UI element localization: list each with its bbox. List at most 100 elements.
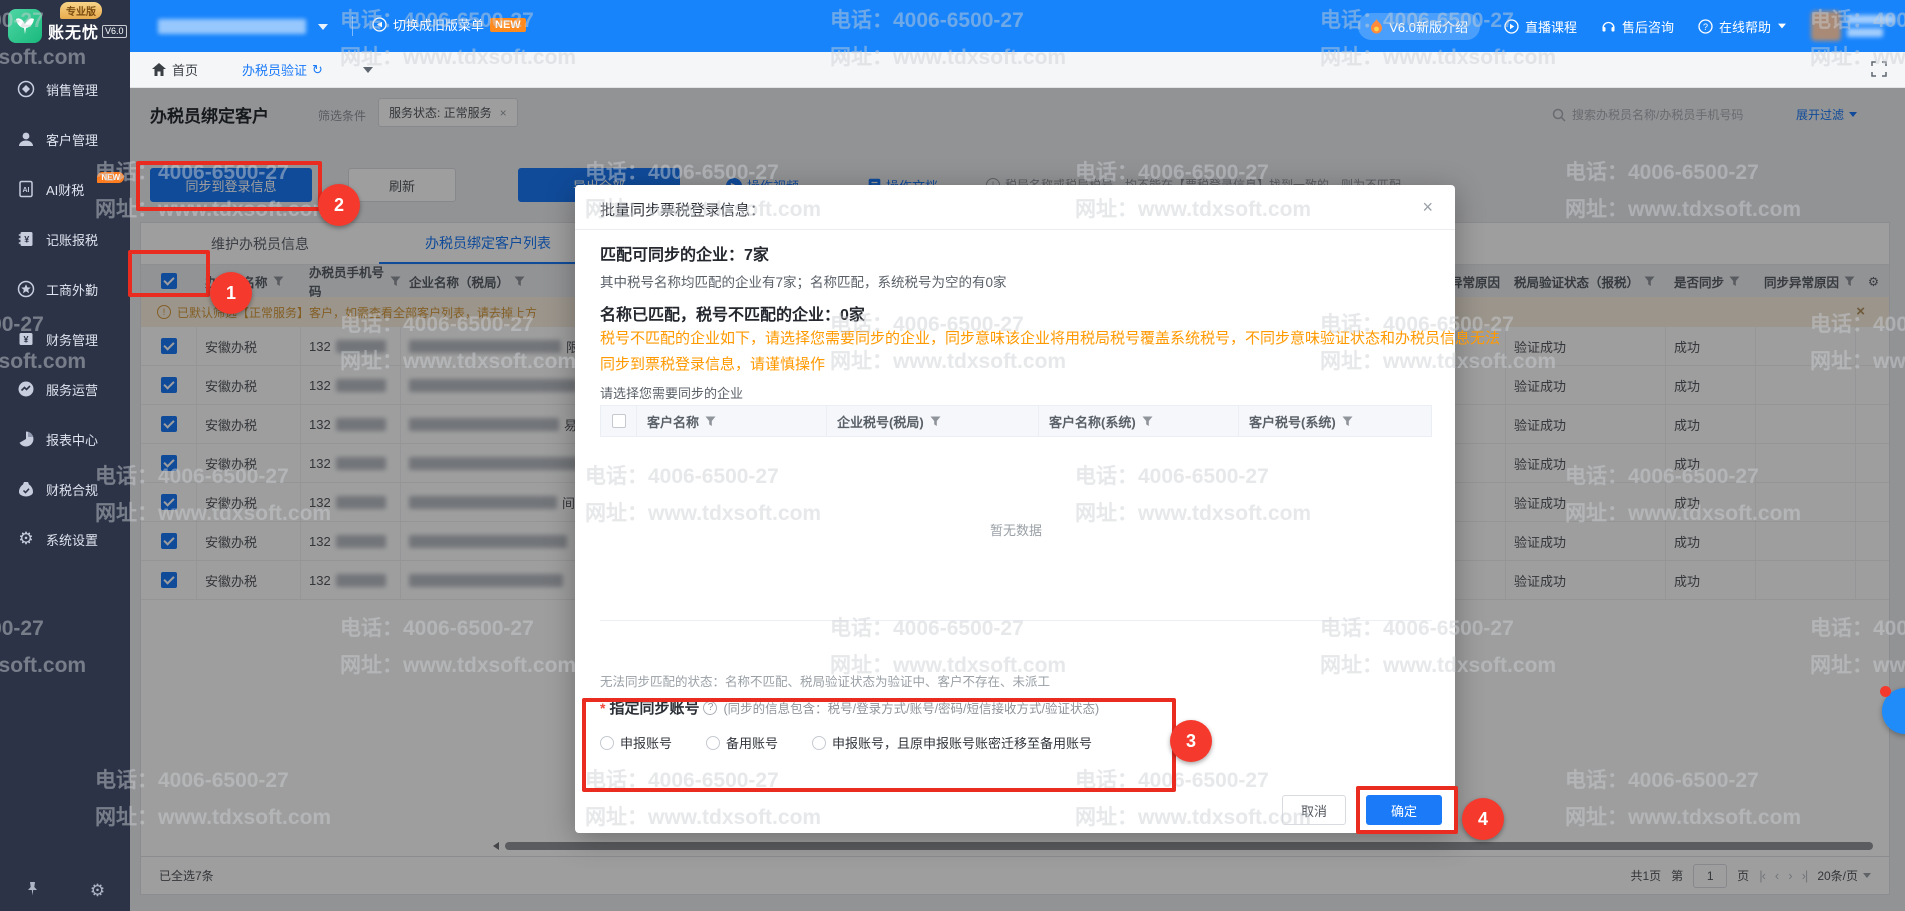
customers-icon: [16, 129, 36, 149]
sidebar-item-ai-tax[interactable]: AI AI财税 NEW: [0, 164, 130, 214]
new-badge: NEW: [97, 172, 124, 183]
online-help-button[interactable]: ? 在线帮助: [1698, 17, 1787, 36]
sidebar-item-finance[interactable]: ¥ 财务管理: [0, 314, 130, 364]
sidebar-item-label: 报表中心: [46, 430, 98, 449]
annotation-box-confirm: [1356, 786, 1458, 834]
sidebar-item-compliance[interactable]: 财税合规: [0, 464, 130, 514]
col-customer-name: 客户名称: [647, 412, 699, 431]
pin-icon[interactable]: [25, 881, 40, 897]
sidebar-item-reports[interactable]: 报表中心: [0, 414, 130, 464]
sidebar-item-business-field[interactable]: 工商外勤: [0, 264, 130, 314]
warning-line-1: 税号不匹配的企业如下，请选择您需要同步的企业，同步意味该企业将用税局税号覆盖系统…: [600, 327, 1500, 348]
sidebar-item-service-ops[interactable]: 服务运营: [0, 364, 130, 414]
sidebar-item-bookkeeping[interactable]: ¥ 记账报税: [0, 214, 130, 264]
top-bar: 账无忧 V6.0 专业版 切换成旧版菜单 NEW V6.0新版介绍 直播课程 售…: [0, 0, 1905, 52]
annotation-box-account-section: [582, 698, 1176, 792]
sidebar-item-label: 记账报税: [46, 230, 98, 249]
headset-icon: [1601, 19, 1616, 34]
sidebar-item-label: 工商外勤: [46, 280, 98, 299]
ai-tax-icon: AI: [16, 179, 36, 199]
workspace-tab-bar: 首页 办税员验证 ↻: [130, 52, 1905, 88]
app-root: 账无忧 V6.0 专业版 切换成旧版菜单 NEW V6.0新版介绍 直播课程 售…: [0, 0, 1905, 911]
refresh-icon[interactable]: ↻: [312, 62, 323, 78]
sidebar-item-label: AI财税: [46, 180, 84, 199]
v6-intro-button[interactable]: V6.0新版介绍: [1358, 13, 1480, 40]
app-logo-icon: [8, 9, 42, 43]
username-blurred: [1847, 15, 1895, 37]
annotation-step-2: 2: [318, 184, 360, 226]
sidebar-item-settings[interactable]: ⚙ 系统设置: [0, 514, 130, 564]
svg-text:AI: AI: [23, 187, 30, 194]
svg-text:?: ?: [1703, 21, 1708, 31]
business-field-icon: [16, 279, 36, 299]
live-course-button[interactable]: 直播课程: [1504, 17, 1577, 36]
chevron-down-icon: [1778, 24, 1786, 29]
switch-old-menu-label: 切换成旧版菜单: [393, 15, 484, 34]
sidebar-menu: 销售管理 客户管理 AI AI财税 NEW ¥ 记账报税 工商外勤 ¥ 财务管理: [0, 52, 130, 564]
sidebar-item-label: 财务管理: [46, 330, 98, 349]
col-customer-taxno-system: 客户税号(系统): [1249, 412, 1336, 431]
topbar-right-group: V6.0新版介绍 直播课程 售后咨询 ? 在线帮助: [1358, 0, 1895, 52]
sidebar: 销售管理 客户管理 AI AI财税 NEW ¥ 记账报税 工商外勤 ¥ 财务管理: [0, 52, 130, 911]
home-icon: [152, 63, 166, 76]
svg-text:¥: ¥: [23, 335, 28, 345]
tab-taxer-verify-label: 办税员验证: [242, 60, 307, 79]
sidebar-item-label: 系统设置: [46, 530, 98, 549]
switch-icon: [372, 17, 387, 32]
sidebar-bottom-tools: ⚙: [0, 881, 130, 901]
annotation-step-1: 1: [210, 272, 252, 314]
live-course-label: 直播课程: [1525, 17, 1577, 36]
new-badge: NEW: [490, 18, 526, 32]
finance-icon: ¥: [16, 329, 36, 349]
settings-gear-icon: ⚙: [16, 529, 36, 549]
sidebar-settings-gear-icon[interactable]: ⚙: [90, 881, 105, 901]
after-sales-label: 售后咨询: [1622, 17, 1674, 36]
filter-funnel-icon[interactable]: [705, 416, 716, 427]
question-circle-icon: ?: [1698, 19, 1713, 34]
col-customer-name-system: 客户名称(系统): [1049, 412, 1136, 431]
compliance-icon: [16, 479, 36, 499]
modal-divider: [575, 229, 1455, 230]
tab-home-label: 首页: [172, 60, 198, 79]
topbar-divider: [352, 16, 353, 36]
sales-icon: [16, 79, 36, 99]
online-help-label: 在线帮助: [1719, 17, 1771, 36]
bookkeeping-icon: ¥: [16, 229, 36, 249]
annotation-step-4: 4: [1462, 798, 1504, 840]
filter-funnel-icon[interactable]: [930, 416, 941, 427]
tab-taxer-verify[interactable]: 办税员验证 ↻: [242, 60, 323, 79]
reports-icon: [16, 429, 36, 449]
svg-text:¥: ¥: [24, 235, 29, 245]
after-sales-button[interactable]: 售后咨询: [1601, 17, 1674, 36]
matched-companies-sub: 其中税号名称均匹配的企业有7家；名称匹配，系统税号为空的有0家: [600, 271, 1007, 291]
logo-zone: 账无忧 V6.0 专业版: [0, 0, 130, 52]
switch-old-menu-button[interactable]: 切换成旧版菜单 NEW: [372, 15, 526, 34]
unsyncable-note: 无法同步匹配的状态：名称不匹配、税局验证状态为验证中、客户不存在、未派工: [600, 671, 1050, 690]
name-matched-title: 名称已匹配，税号不匹配的企业：0家: [600, 301, 865, 325]
sidebar-item-sales[interactable]: 销售管理: [0, 64, 130, 114]
sidebar-item-label: 销售管理: [46, 80, 98, 99]
brand-edition-badge: 专业版: [60, 2, 102, 19]
annotation-step-3: 3: [1170, 720, 1212, 762]
user-profile[interactable]: [1811, 11, 1895, 41]
chevron-down-icon[interactable]: [318, 24, 328, 30]
brand-name: 账无忧: [48, 19, 99, 43]
v6-intro-label: V6.0新版介绍: [1389, 17, 1468, 36]
filter-funnel-icon[interactable]: [1142, 416, 1153, 427]
filter-funnel-icon[interactable]: [1342, 416, 1353, 427]
sidebar-item-label: 财税合规: [46, 480, 98, 499]
close-icon[interactable]: ×: [1422, 197, 1433, 218]
tab-list-dropdown-icon[interactable]: [363, 67, 373, 73]
service-ops-icon: [16, 379, 36, 399]
sidebar-item-customers[interactable]: 客户管理: [0, 114, 130, 164]
modal-table-header: 客户名称 企业税号(税局) 客户名称(系统) 客户税号(系统): [600, 405, 1432, 437]
avatar: [1811, 11, 1841, 41]
fullscreen-icon[interactable]: [1871, 61, 1887, 77]
modal-title: 批量同步票税登录信息：: [600, 199, 765, 220]
play-circle-icon: [1504, 19, 1519, 34]
sidebar-item-label: 服务运营: [46, 380, 98, 399]
cancel-button[interactable]: 取消: [1282, 795, 1346, 825]
modal-select-all-checkbox[interactable]: [612, 414, 626, 428]
tab-home[interactable]: 首页: [152, 60, 198, 79]
company-selector-blurred[interactable]: [158, 19, 306, 34]
